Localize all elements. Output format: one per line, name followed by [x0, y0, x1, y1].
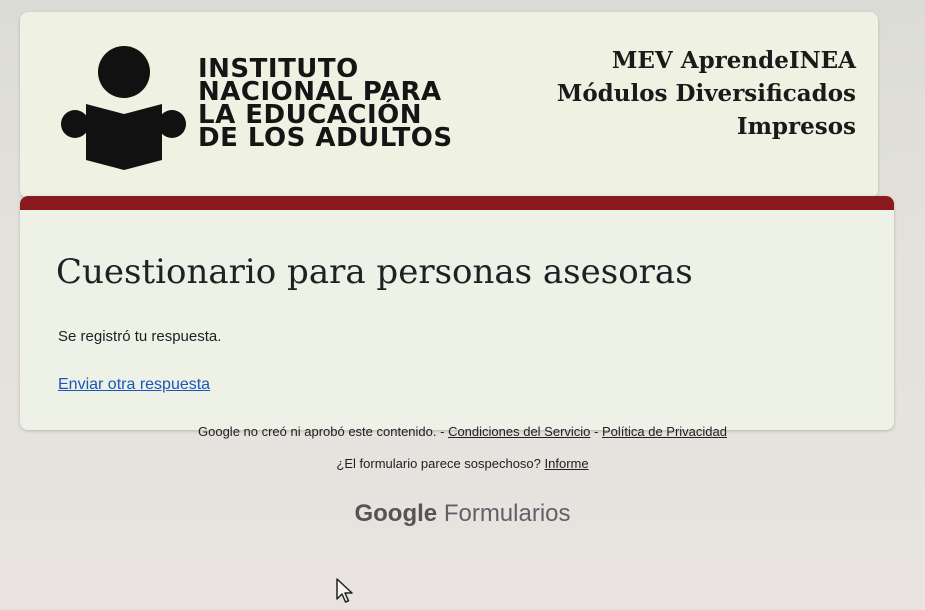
institute-name-line: DE LOS ADULTOS — [198, 123, 453, 153]
suspicious-form-text: ¿El formulario parece sospechoso? — [336, 456, 545, 471]
mouse-pointer-icon — [336, 578, 353, 603]
card-accent-bar — [20, 196, 894, 210]
inea-logo-icon — [61, 46, 186, 170]
institute-name: INSTITUTO NACIONAL PARA LA EDUCACIÓN DE … — [198, 56, 453, 153]
confirmation-message: Se registró tu respuesta. — [58, 328, 222, 345]
google-forms-logo[interactable]: Google Formularios — [0, 500, 925, 528]
footer-separator: - — [590, 424, 602, 439]
program-title: MEV AprendeINEA Módulos Diversificados I… — [557, 44, 856, 143]
footer-report: ¿El formulario parece sospechoso? Inform… — [0, 456, 925, 471]
terms-of-service-link[interactable]: Condiciones del Servicio — [448, 424, 590, 439]
program-title-line: Módulos Diversificados — [556, 80, 856, 107]
program-title-line: MEV AprendeINEA — [611, 47, 856, 74]
brand-forms: Formularios — [443, 500, 571, 527]
disclaimer-text: Google no creó ni aprobó este contenido.… — [198, 424, 449, 439]
footer-disclaimer: Google no creó ni aprobó este contenido.… — [0, 424, 925, 439]
confirmation-card: Cuestionario para personas asesoras Se r… — [20, 196, 894, 430]
privacy-policy-link[interactable]: Política de Privacidad — [602, 424, 727, 439]
brand-google: Google — [354, 500, 438, 527]
program-title-line: Impresos — [736, 113, 856, 140]
form-title: Cuestionario para personas asesoras — [56, 252, 693, 292]
header-banner: INSTITUTO NACIONAL PARA LA EDUCACIÓN DE … — [20, 12, 878, 198]
submit-another-response-link[interactable]: Enviar otra respuesta — [58, 376, 210, 394]
report-link[interactable]: Informe — [545, 456, 589, 471]
